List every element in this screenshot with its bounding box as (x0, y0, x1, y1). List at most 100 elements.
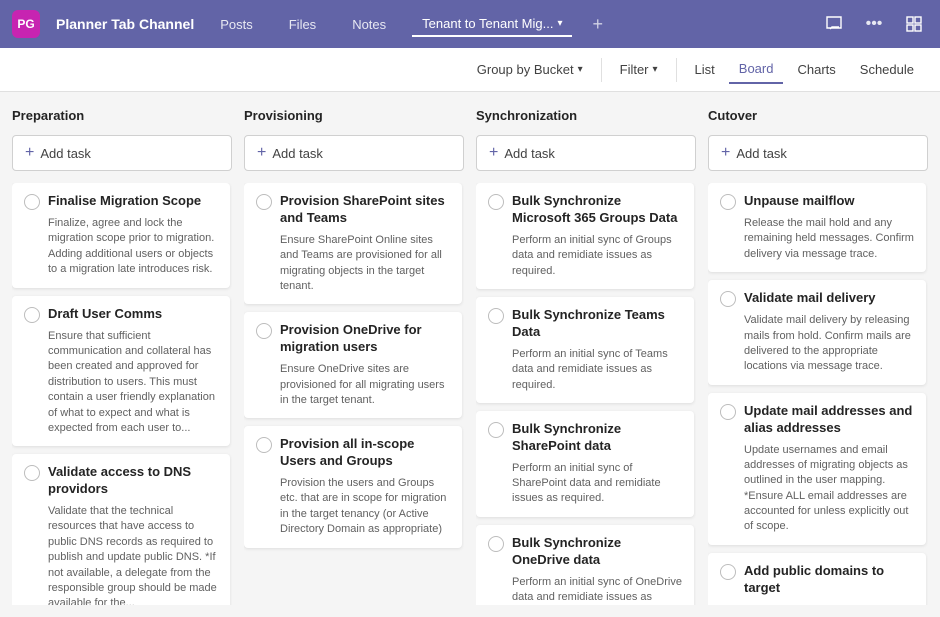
task-card[interactable]: Validate access to DNS providors Validate… (12, 454, 230, 605)
task-checkbox[interactable] (24, 465, 40, 481)
task-body: Ensure SharePoint Online sites and Teams… (280, 233, 450, 295)
plus-icon: + (257, 144, 266, 162)
task-card[interactable]: Bulk Synchronize Microsoft 365 Groups Da… (476, 183, 694, 289)
chevron-down-icon: ▾ (557, 18, 562, 29)
task-card[interactable]: Provision SharePoint sites and Teams Ensu… (244, 183, 462, 304)
task-card[interactable]: Validate mail delivery Validate mail deli… (708, 280, 926, 385)
task-title: Finalise Migration Scope (48, 193, 201, 210)
top-nav: PG Planner Tab Channel Posts Files Notes… (0, 0, 940, 48)
task-body: Ensure OneDrive sites are provisioned fo… (280, 362, 450, 408)
column-preparation: Preparation +Add task Finalise Migration S… (12, 104, 232, 605)
task-title: Unpause mailflow (744, 193, 855, 210)
task-card[interactable]: Add public domains to target Add and veri… (708, 553, 926, 605)
task-title: Provision all in-scope Users and Groups (280, 436, 450, 470)
toolbar: Group by Bucket ▾ Filter ▾ List Board Ch… (0, 48, 940, 92)
column-synchronization: Synchronization +Add task Bulk Synchronize… (476, 104, 696, 605)
app-icon: PG (12, 10, 40, 38)
task-card[interactable]: Draft User Comms Ensure that sufficient c… (12, 296, 230, 447)
task-body: Perform an initial sync of Groups data a… (512, 233, 682, 279)
schedule-btn[interactable]: Schedule (850, 56, 924, 83)
task-title: Provision SharePoint sites and Teams (280, 193, 450, 227)
task-title: Validate mail delivery (744, 290, 876, 307)
chat-icon[interactable] (820, 10, 848, 38)
group-by-bucket-btn[interactable]: Group by Bucket ▾ (467, 56, 593, 83)
task-body: Perform an initial sync of Teams data an… (512, 347, 682, 393)
task-body: Finalize, agree and lock the migration s… (48, 216, 218, 278)
task-title: Add public domains to target (744, 563, 914, 597)
plus-icon: + (489, 144, 498, 162)
task-checkbox[interactable] (256, 323, 272, 339)
task-card[interactable]: Provision all in-scope Users and Groups P… (244, 426, 462, 547)
task-checkbox[interactable] (488, 308, 504, 324)
task-checkbox[interactable] (256, 194, 272, 210)
view-icon[interactable] (900, 10, 928, 38)
task-body: Provision the users and Groups etc. that… (280, 476, 450, 538)
task-body: Add and verify the public domains to the… (744, 603, 914, 605)
task-title: Bulk Synchronize Teams Data (512, 307, 682, 341)
task-checkbox[interactable] (488, 536, 504, 552)
column-cards-cutover: Unpause mailflow Release the mail hold an… (708, 183, 928, 605)
nav-tab-posts[interactable]: Posts (210, 13, 263, 36)
column-header-preparation: Preparation (12, 104, 232, 127)
filter-btn[interactable]: Filter ▾ (610, 56, 668, 83)
task-title: Bulk Synchronize SharePoint data (512, 421, 682, 455)
task-checkbox[interactable] (720, 194, 736, 210)
column-header-synchronization: Synchronization (476, 104, 696, 127)
chevron-down-icon: ▾ (653, 64, 658, 75)
task-checkbox[interactable] (24, 194, 40, 210)
task-checkbox[interactable] (488, 422, 504, 438)
nav-tab-notes[interactable]: Notes (342, 13, 396, 36)
task-body: Validate mail delivery by releasing mail… (744, 313, 914, 375)
plus-icon: + (721, 144, 730, 162)
add-task-btn-provisioning[interactable]: +Add task (244, 135, 464, 171)
task-title: Validate access to DNS providors (48, 464, 218, 498)
column-header-provisioning: Provisioning (244, 104, 464, 127)
task-title: Draft User Comms (48, 306, 162, 323)
column-cards-synchronization: Bulk Synchronize Microsoft 365 Groups Da… (476, 183, 696, 605)
nav-add-tab[interactable]: + (588, 14, 607, 35)
task-title: Bulk Synchronize OneDrive data (512, 535, 682, 569)
task-checkbox[interactable] (720, 404, 736, 420)
nav-tab-files[interactable]: Files (279, 13, 326, 36)
task-title: Update mail addresses and alias addresse… (744, 403, 914, 437)
task-body: Update usernames and email addresses of … (744, 443, 914, 535)
task-body: Perform an initial sync of SharePoint da… (512, 461, 682, 507)
task-body: Release the mail hold and any remaining … (744, 216, 914, 262)
app-title: Planner Tab Channel (56, 16, 194, 32)
column-cards-preparation: Finalise Migration Scope Finalize, agree … (12, 183, 232, 605)
plus-icon: + (25, 144, 34, 162)
toolbar-separator (601, 58, 602, 82)
task-checkbox[interactable] (720, 564, 736, 580)
column-header-cutover: Cutover (708, 104, 928, 127)
task-card[interactable]: Bulk Synchronize SharePoint data Perform … (476, 411, 694, 517)
task-card[interactable]: Unpause mailflow Release the mail hold an… (708, 183, 926, 272)
task-card[interactable]: Provision OneDrive for migration users En… (244, 312, 462, 418)
task-card[interactable]: Update mail addresses and alias addresse… (708, 393, 926, 545)
task-checkbox[interactable] (720, 291, 736, 307)
task-card[interactable]: Finalise Migration Scope Finalize, agree … (12, 183, 230, 288)
list-btn[interactable]: List (685, 56, 725, 83)
board-btn[interactable]: Board (729, 55, 784, 84)
task-body: Validate that the technical resources th… (48, 504, 218, 605)
charts-btn[interactable]: Charts (787, 56, 845, 83)
column-cutover: Cutover +Add task Unpause mailflow Release … (708, 104, 928, 605)
task-body: Ensure that sufficient communication and… (48, 329, 218, 437)
nav-right-icons: ••• (820, 10, 928, 38)
chevron-down-icon: ▾ (578, 64, 583, 75)
board-area: Preparation +Add task Finalise Migration S… (0, 92, 940, 617)
add-task-btn-synchronization[interactable]: +Add task (476, 135, 696, 171)
add-task-btn-cutover[interactable]: +Add task (708, 135, 928, 171)
column-provisioning: Provisioning +Add task Provision SharePoin… (244, 104, 464, 605)
task-checkbox[interactable] (24, 307, 40, 323)
task-checkbox[interactable] (488, 194, 504, 210)
more-options-icon[interactable]: ••• (860, 10, 888, 38)
column-cards-provisioning: Provision SharePoint sites and Teams Ensu… (244, 183, 464, 605)
nav-tab-channel[interactable]: Tenant to Tenant Mig... ▾ (412, 12, 572, 37)
task-body: Perform an initial sync of OneDrive data… (512, 575, 682, 605)
add-task-btn-preparation[interactable]: +Add task (12, 135, 232, 171)
task-title: Provision OneDrive for migration users (280, 322, 450, 356)
task-card[interactable]: Bulk Synchronize Teams Data Perform an in… (476, 297, 694, 403)
task-card[interactable]: Bulk Synchronize OneDrive data Perform an… (476, 525, 694, 605)
task-title: Bulk Synchronize Microsoft 365 Groups Da… (512, 193, 682, 227)
task-checkbox[interactable] (256, 437, 272, 453)
